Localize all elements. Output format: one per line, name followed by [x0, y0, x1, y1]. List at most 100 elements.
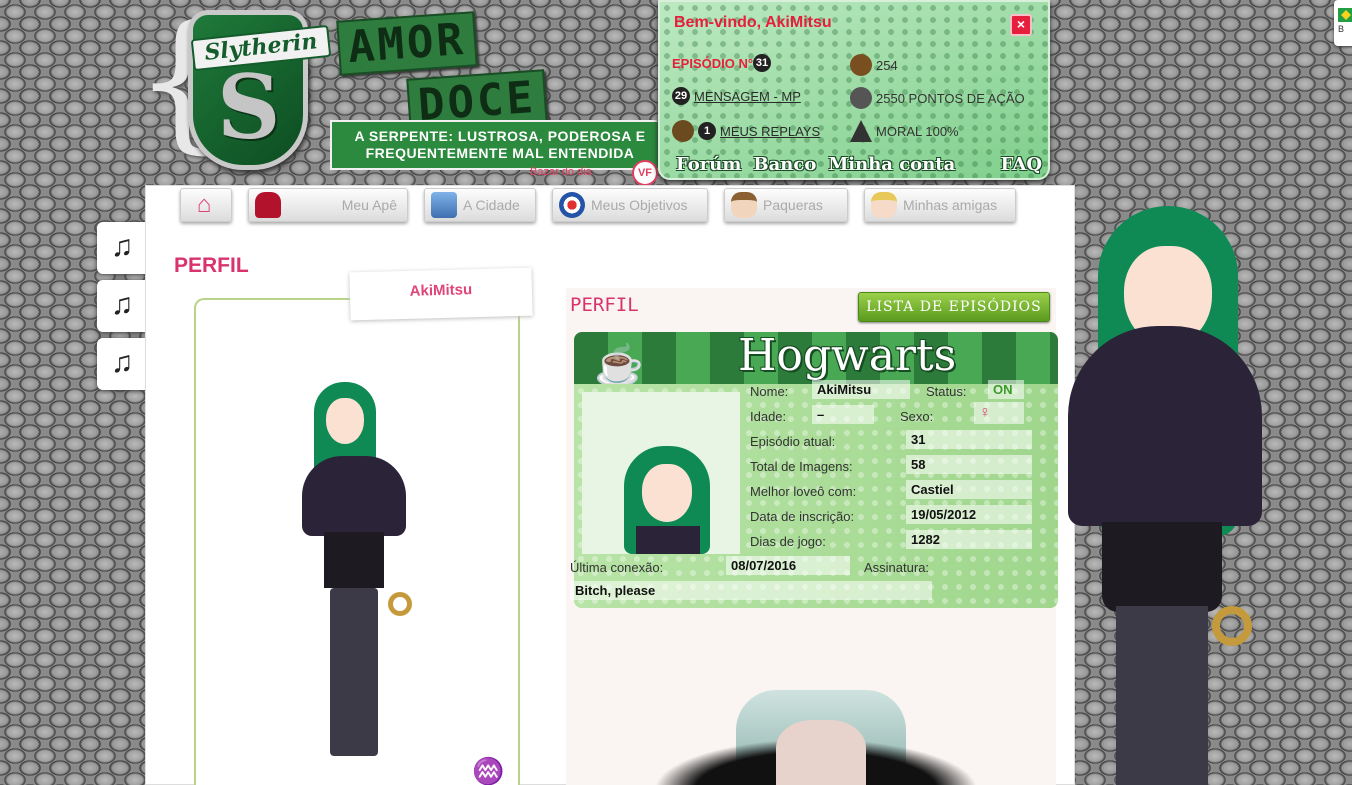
avatar-face — [326, 398, 364, 444]
card-title: Hogwarts — [738, 332, 957, 381]
signature-value: Bitch, please — [570, 581, 932, 600]
avatar-bracelet — [388, 592, 412, 616]
photo-collar — [636, 526, 700, 554]
boy-portrait-icon — [731, 192, 757, 218]
replays-label[interactable]: MEUS REPLAYS — [720, 124, 820, 139]
status-label: Status: — [926, 384, 967, 399]
language-selector[interactable]: B — [1334, 0, 1352, 46]
girl-portrait-icon — [871, 192, 897, 218]
signup-date-value: 19/05/2012 — [906, 505, 1032, 524]
featured-avatar — [1062, 202, 1298, 785]
replays-count-badge: 1 — [698, 122, 716, 140]
play-days-value: 1282 — [906, 530, 1032, 549]
action-points-indicator: 2550 PONTOS DE AÇÃO — [850, 87, 1025, 109]
best-lovelo-label: Melhor loveô com: — [750, 484, 857, 499]
profile-photo — [582, 392, 740, 554]
main-content: ⌂ Meu Apê A Cidade Meus Objetivos Paquer… — [145, 185, 1075, 785]
site-logo[interactable]: { S Slytherin AMOR DOCE A SERPENTE: LUST… — [130, 0, 670, 186]
account-panel: Bem-vindo, AkiMitsu × EPISÓDIO N° 31 29 … — [658, 0, 1050, 180]
account-links: Forúm Banco Minha conta FAQ — [676, 154, 1048, 175]
welcome-message: Bem-vindo, AkiMitsu — [674, 14, 832, 31]
messages-count-badge: 29 — [672, 87, 690, 105]
featured-legs — [1116, 606, 1208, 785]
signup-date-label: Data de inscrição: — [750, 509, 855, 524]
title-word-amor: AMOR — [336, 11, 478, 76]
dollars-indicator: 254 — [850, 54, 898, 76]
featured-bracelet — [1212, 606, 1252, 646]
music-button-2[interactable]: ♫ — [97, 280, 147, 332]
age-label: Idade: — [750, 409, 787, 424]
vip-badge-icon[interactable]: VF — [632, 160, 658, 186]
nav-tab-meu-ape[interactable]: Meu Apê — [248, 188, 408, 222]
nav-tab-label: Minhas amigas — [903, 197, 998, 213]
nav-tab-paqueras[interactable]: Paqueras — [724, 188, 848, 222]
female-icon: ♀ — [974, 402, 1024, 424]
faq-link[interactable]: FAQ — [1001, 154, 1042, 175]
crest-letter: S — [217, 55, 281, 159]
avatar-name-tab: AkiMitsu — [349, 267, 533, 321]
bazar-link[interactable]: Bazar do dia — [530, 166, 592, 178]
last-connection-label: Última conexão: — [570, 560, 664, 575]
page-title: PERFIL — [174, 254, 249, 277]
music-controls: ♫ ♫ ♫ — [97, 222, 147, 390]
aquarius-icon: ♒ — [472, 756, 505, 785]
main-nav: ⌂ Meu Apê A Cidade Meus Objetivos Paquer… — [180, 188, 1016, 222]
episode-list-button[interactable]: LISTA DE EPISÓDIOS — [858, 292, 1050, 322]
status-value: ON — [988, 380, 1024, 399]
signature-image-face — [776, 720, 866, 785]
language-letter: B — [1338, 24, 1345, 34]
avatar-figure — [292, 382, 432, 782]
signature-image — [626, 660, 1006, 785]
bank-link[interactable]: Banco — [753, 154, 816, 175]
current-episode-value: 31 — [906, 430, 1032, 449]
avatar-legs — [330, 588, 378, 756]
nav-tab-a-cidade[interactable]: A Cidade — [424, 188, 536, 222]
replay-icon — [672, 120, 694, 142]
total-images-label: Total de Imagens: — [750, 459, 853, 474]
current-episode-label: Episódio atual: — [750, 434, 836, 449]
avatar-cape — [302, 456, 406, 536]
replays-link[interactable]: 1 MEUS REPLAYS — [672, 120, 820, 142]
episode-number: 31 — [753, 54, 772, 72]
game-title: AMOR DOCE — [336, 11, 558, 134]
last-connection-value: 08/07/2016 — [726, 556, 850, 575]
nav-tab-label: Paqueras — [763, 197, 823, 213]
nav-tab-meus-objetivos[interactable]: Meus Objetivos — [552, 188, 708, 222]
featured-cape — [1068, 326, 1262, 526]
dollars-value: 254 — [876, 57, 898, 73]
age-value: – — [812, 405, 874, 424]
my-account-link[interactable]: Minha conta — [828, 154, 955, 175]
sex-label: Sexo: — [900, 409, 934, 424]
signature-label: Assinatura: — [864, 560, 930, 575]
episode-indicator[interactable]: EPISÓDIO N° 31 — [672, 54, 775, 72]
messages-label[interactable]: MENSAGEM - MP — [694, 89, 801, 104]
episode-label: EPISÓDIO N° — [672, 55, 754, 71]
sofa-icon — [255, 192, 281, 218]
music-button-1[interactable]: ♫ — [97, 222, 147, 274]
play-days-label: Dias de jogo: — [750, 534, 826, 549]
logo-tagline: A SERPENTE: LUSTROSA, PODEROSA E FREQUEN… — [330, 120, 670, 170]
profile-subtitle: PERFIL — [570, 294, 639, 316]
avatar-dress — [324, 532, 384, 588]
total-images-value: 58 — [906, 455, 1032, 474]
nav-tab-label: Meu Apê — [341, 197, 397, 213]
avatar-card: ♒ — [194, 298, 520, 785]
featured-dress — [1102, 522, 1222, 612]
deathly-hallows-icon — [850, 120, 872, 142]
home-icon: ⌂ — [196, 191, 212, 218]
profile-panel: PERFIL LISTA DE EPISÓDIOS ☕ Hogwarts Nom… — [566, 288, 1058, 785]
action-points-value: 2550 PONTOS DE AÇÃO — [876, 90, 1025, 106]
nav-tab-minhas-amigas[interactable]: Minhas amigas — [864, 188, 1016, 222]
profile-photo-figure — [618, 446, 718, 554]
brazil-flag-icon — [1338, 8, 1352, 22]
cupcake-icon: ☕ — [594, 344, 644, 388]
nav-tab-label: Meus Objetivos — [591, 197, 688, 213]
messages-link[interactable]: 29 MENSAGEM - MP — [672, 87, 801, 105]
moral-indicator: MORAL 100% — [850, 120, 959, 142]
close-button[interactable]: × — [1010, 14, 1032, 36]
nav-tab-home[interactable]: ⌂ — [180, 188, 232, 222]
name-label: Nome: — [750, 384, 789, 399]
music-button-3[interactable]: ♫ — [97, 338, 147, 390]
forum-link[interactable]: Forúm — [676, 154, 741, 175]
name-value: AkiMitsu — [812, 380, 910, 399]
